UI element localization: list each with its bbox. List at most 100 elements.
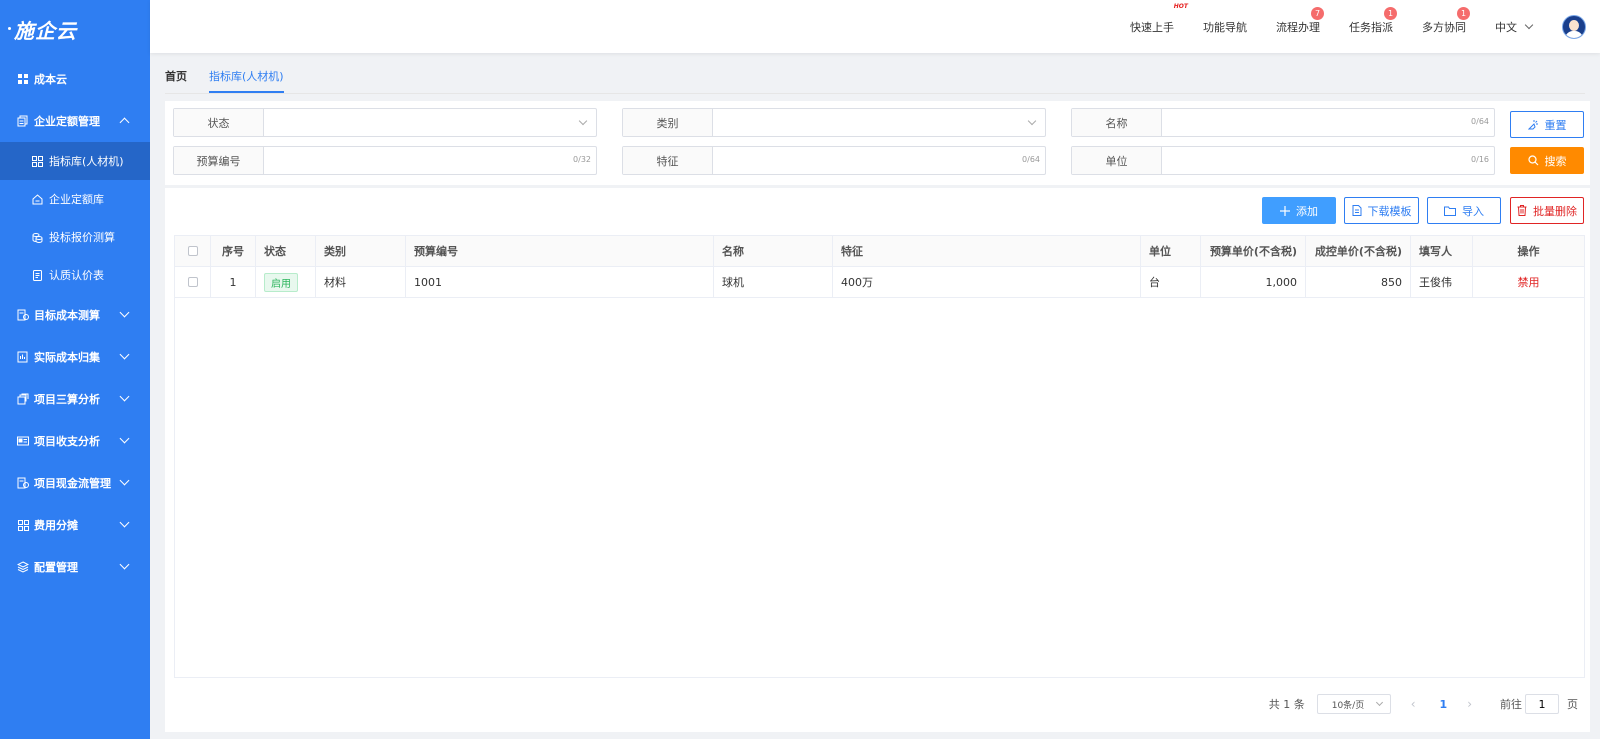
header-code: 预算编号: [406, 236, 714, 266]
tab-index-library[interactable]: 指标库(人材机): [209, 62, 284, 93]
apps-icon: [16, 518, 30, 532]
database-icon: [16, 114, 30, 128]
disable-link[interactable]: 禁用: [1518, 274, 1540, 290]
file-icon: [1352, 205, 1362, 216]
header-control-price: 成控单价(不含税): [1306, 236, 1411, 266]
coins-icon: [30, 230, 44, 244]
process-link[interactable]: 流程办理 7: [1276, 6, 1324, 35]
task-link[interactable]: 任务指派 1: [1349, 6, 1397, 35]
layers-icon: [16, 560, 30, 574]
goto-page-input[interactable]: [1525, 694, 1559, 714]
sidebar-item-label: 企业定额管理: [34, 115, 100, 128]
name-input[interactable]: 0/64: [1162, 109, 1494, 136]
sidebar-item-label: 配置管理: [34, 561, 78, 574]
process-count-badge: 7: [1311, 6, 1324, 20]
report-icon: [16, 350, 30, 364]
code-field[interactable]: 预算编号 0/32: [173, 146, 597, 175]
unit-field[interactable]: 单位 0/16: [1071, 146, 1495, 175]
category-label: 类别: [623, 109, 713, 136]
logo-text: 施企云: [8, 15, 77, 44]
row-checkbox[interactable]: [187, 277, 198, 287]
status-badge: 启用: [264, 272, 298, 292]
sidebar-item-cash-flow[interactable]: 项目现金流管理: [0, 462, 150, 504]
row-select-cell: [175, 267, 211, 297]
cell-name: 球机: [714, 267, 833, 297]
stack-icon: [16, 392, 30, 406]
cell-op: 禁用: [1473, 267, 1584, 297]
page-number[interactable]: 1: [1440, 698, 1448, 711]
prev-page-button[interactable]: ‹: [1411, 697, 1416, 711]
grid-icon: [16, 72, 30, 86]
sidebar-subitem-price-table[interactable]: 认质认价表: [0, 256, 150, 294]
function-nav-label: 功能导航: [1203, 20, 1247, 34]
chevron-down-icon: [119, 391, 130, 402]
feature-input[interactable]: 0/64: [713, 147, 1045, 174]
add-label: 添加: [1296, 204, 1318, 218]
reset-button[interactable]: 重置: [1510, 111, 1584, 138]
category-input[interactable]: [713, 109, 1045, 136]
sidebar: 施企云 成本云 企业定额管理 指标库(人材机) 企业定额库 投标报价测算 认质认…: [0, 0, 150, 739]
goto-suffix: 页: [1567, 698, 1578, 711]
sidebar-subitem-label: 企业定额库: [49, 193, 104, 206]
header-status: 状态: [256, 236, 316, 266]
sidebar-subitem-quota-library[interactable]: 企业定额库: [0, 180, 150, 218]
cell-status: 启用: [256, 267, 316, 297]
logo[interactable]: 施企云: [0, 0, 150, 58]
cell-control-price: 850: [1306, 267, 1411, 297]
sidebar-item-cost-allocation[interactable]: 费用分摊: [0, 504, 150, 546]
hot-badge: HOT: [1173, 2, 1188, 10]
search-icon: [1527, 155, 1539, 166]
sidebar-subitem-bid-estimate[interactable]: 投标报价测算: [0, 218, 150, 256]
sidebar-item-three-calc[interactable]: 项目三算分析: [0, 378, 150, 420]
chevron-down-icon: [119, 559, 130, 570]
avatar[interactable]: [1562, 14, 1586, 39]
top-menu: 快速上手 HOT 功能导航 流程办理 7 任务指派 1 多方协同 1 中文: [1101, 0, 1600, 53]
search-button[interactable]: 搜索: [1510, 147, 1584, 174]
sidebar-item-quota-management[interactable]: 企业定额管理: [0, 100, 150, 142]
cell-category: 材料: [316, 267, 406, 297]
process-label: 流程办理: [1276, 20, 1320, 34]
code-label: 预算编号: [174, 147, 264, 174]
avatar-face: [1569, 19, 1579, 31]
language-label: 中文: [1495, 20, 1517, 34]
sidebar-subitem-index-library[interactable]: 指标库(人材机): [0, 142, 150, 180]
chevron-down-icon: [119, 475, 130, 486]
tab-home[interactable]: 首页: [165, 62, 187, 93]
sidebar-item-target-cost[interactable]: 目标成本测算: [0, 294, 150, 336]
collab-link[interactable]: 多方协同 1: [1422, 6, 1470, 35]
status-input[interactable]: [264, 109, 596, 136]
sidebar-item-income-expense[interactable]: 项目收支分析: [0, 420, 150, 462]
feature-field[interactable]: 特征 0/64: [622, 146, 1046, 175]
collab-count-badge: 1: [1457, 6, 1470, 20]
status-label: 状态: [174, 109, 264, 136]
code-input[interactable]: 0/32: [264, 147, 596, 174]
next-page-button[interactable]: ›: [1467, 697, 1472, 711]
sidebar-item-actual-cost[interactable]: 实际成本归集: [0, 336, 150, 378]
name-char-count: 0/64: [1471, 117, 1489, 126]
sidebar-item-label: 目标成本测算: [34, 309, 100, 322]
sidebar-item-cost-cloud[interactable]: 成本云: [0, 58, 150, 100]
language-select[interactable]: 中文: [1495, 19, 1534, 35]
batch-delete-button[interactable]: 批量删除: [1510, 197, 1584, 224]
download-template-button[interactable]: 下载模板: [1344, 197, 1419, 224]
chevron-down-icon: [119, 349, 130, 360]
page-size-select[interactable]: 10条/页: [1316, 694, 1391, 714]
quick-start-link[interactable]: 快速上手 HOT: [1130, 3, 1188, 35]
category-select[interactable]: 类别: [622, 108, 1046, 137]
broom-icon: [1527, 119, 1539, 130]
sidebar-item-label: 实际成本归集: [34, 351, 100, 364]
pagination-total: 共 1 条: [1268, 698, 1305, 711]
add-button[interactable]: 添加: [1262, 197, 1336, 224]
unit-input[interactable]: 0/16: [1162, 147, 1494, 174]
name-field[interactable]: 名称 0/64: [1071, 108, 1495, 137]
apps-icon: [30, 154, 44, 168]
header-writer: 填写人: [1411, 236, 1473, 266]
table-row: 1 启用 材料 1001 球机 400万 台 1,000 850 王俊伟 禁用: [175, 267, 1584, 298]
function-nav-link[interactable]: 功能导航: [1203, 19, 1247, 35]
import-button[interactable]: 导入: [1427, 197, 1501, 224]
select-all-checkbox[interactable]: [187, 246, 198, 256]
sidebar-item-label: 项目现金流管理: [34, 477, 111, 490]
sidebar-item-config[interactable]: 配置管理: [0, 546, 150, 588]
status-select[interactable]: 状态: [173, 108, 597, 137]
search-label: 搜索: [1544, 154, 1567, 168]
